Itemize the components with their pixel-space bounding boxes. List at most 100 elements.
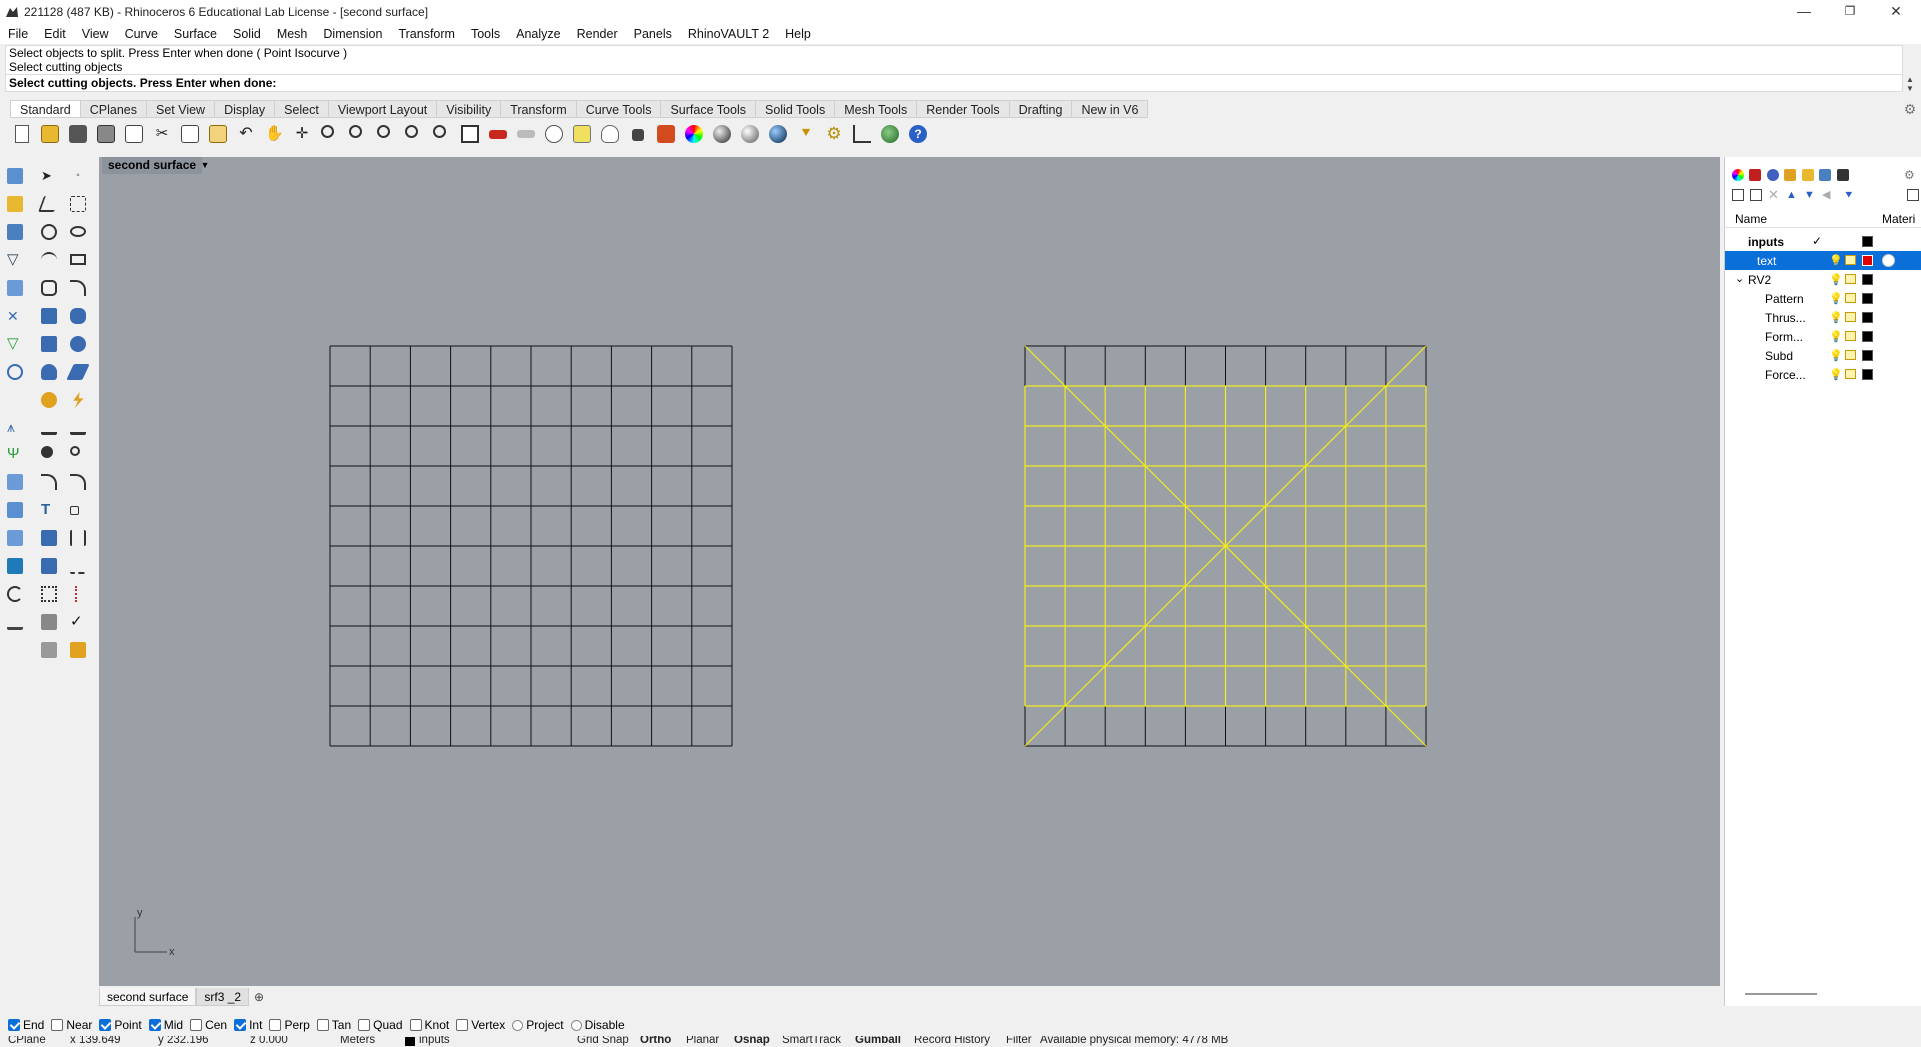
tab-surface-tools[interactable]: Surface Tools [661,100,756,118]
rectangle-icon[interactable] [67,249,89,271]
lock-icon[interactable] [1845,369,1856,379]
rotate-view-icon[interactable]: ✛ [288,121,316,147]
funnel-icon[interactable]: ▽ [4,249,26,271]
osnap-knot-checkbox[interactable] [409,1019,422,1031]
tab-set-view[interactable]: Set View [146,100,216,118]
osnap-project-radio[interactable] [512,1019,524,1031]
materials-panel-icon[interactable] [1747,167,1763,183]
dimension-icon[interactable] [848,121,876,147]
circle-icon[interactable] [38,221,60,243]
status-osnap[interactable]: Osnap [734,1036,770,1046]
maximize-button[interactable]: ❐ [1827,0,1873,24]
layer-filter-icon[interactable]: ⯆ [1842,187,1858,203]
lock-icon[interactable] [1845,255,1856,265]
osnap-int[interactable]: Int [234,1018,262,1032]
osnap-cen-checkbox[interactable] [190,1019,203,1031]
print-icon[interactable] [92,121,120,147]
menu-analyze[interactable]: Analyze [508,24,568,44]
explode-icon[interactable] [67,443,89,465]
open-file-icon[interactable] [36,121,64,147]
add-viewport-tab-icon[interactable]: ⊕ [249,988,269,1006]
osnap-knot[interactable]: Knot [409,1018,449,1032]
lights-panel-icon[interactable] [1782,167,1798,183]
box-icon[interactable] [38,333,60,355]
osnap-perp-checkbox[interactable] [269,1019,282,1031]
blue-sphere-icon[interactable] [764,121,792,147]
status-gumball[interactable]: Gumball [855,1036,901,1046]
osnap-project[interactable]: Project [512,1018,564,1032]
car-render-icon[interactable] [484,121,512,147]
ellipse-icon[interactable] [67,221,89,243]
osnap-perp[interactable]: Perp [269,1018,310,1032]
light-bulb-icon[interactable]: 💡 [1829,368,1843,381]
lock-icon[interactable] [1845,331,1856,341]
tab-cplanes[interactable]: CPlanes [80,100,147,118]
light-bulb-icon[interactable]: 💡 [1829,254,1843,267]
polyline-icon[interactable] [38,193,60,215]
paste-icon[interactable] [204,121,232,147]
snap-circle-icon[interactable] [540,121,568,147]
viewport-menu-arrow-icon[interactable]: ▼ [198,157,212,174]
plane-icon[interactable] [512,121,540,147]
rotate-icon[interactable] [4,583,26,605]
light-bulb-icon[interactable]: 💡 [1829,330,1843,343]
mirror-icon[interactable] [67,527,89,549]
move-layer-left-icon[interactable]: ◀ [1820,187,1836,203]
command-prompt[interactable]: Select cutting objects. Press Enter when… [5,74,1903,92]
curve-cv-icon[interactable] [67,193,89,215]
arc-icon[interactable] [38,249,60,271]
transform-tool-icon[interactable] [4,527,26,549]
solid-edit-icon[interactable] [38,555,60,577]
tab-drafting[interactable]: Drafting [1009,100,1073,118]
menu-view[interactable]: View [74,24,117,44]
menu-surface[interactable]: Surface [166,24,225,44]
osnap-end-checkbox[interactable] [8,1019,20,1031]
menu-render[interactable]: Render [569,24,626,44]
intersect-icon[interactable]: ✕ [4,305,26,327]
status-record-history[interactable]: Record History [914,1036,990,1046]
status-grid-snap[interactable]: Grid Snap [577,1036,629,1046]
tab-render-tools[interactable]: Render Tools [917,100,1010,118]
lock-icon[interactable] [1845,293,1856,303]
command-scroll-down-icon[interactable]: ▼ [1903,83,1917,95]
zoom-icon[interactable] [316,121,344,147]
text-icon[interactable]: T [38,499,60,521]
perspective-viewport[interactable]: y x [99,157,1720,986]
plane-tool-icon[interactable]: ⩚ [4,416,26,438]
status-cplane[interactable]: CPlane [8,1036,46,1046]
options-gear-icon[interactable]: ⚙ [820,121,848,147]
rebuild-icon[interactable] [4,499,26,521]
layer-row-inputs[interactable]: inputs ✓ [1725,232,1921,251]
light-bulb-icon[interactable]: 💡 [1829,349,1843,362]
layer-color-swatch[interactable] [1862,293,1873,304]
boolean-union-icon[interactable] [67,333,89,355]
osnap-disable-radio[interactable] [570,1019,582,1031]
osnap-near-checkbox[interactable] [51,1019,64,1031]
menu-help[interactable]: Help [777,24,819,44]
osnap-vertex[interactable]: Vertex [456,1018,505,1032]
import-icon[interactable] [120,121,148,147]
four-viewports-icon[interactable] [456,121,484,147]
edit-curve-icon[interactable] [4,471,26,493]
osnap-quad[interactable]: Quad [358,1018,403,1032]
analyze-icon[interactable] [38,611,60,633]
lock-icon[interactable] [624,121,652,147]
zoom-extents-icon[interactable] [372,121,400,147]
osnap-tan[interactable]: Tan [316,1018,351,1032]
menu-mesh[interactable]: Mesh [269,24,316,44]
menu-panels[interactable]: Panels [626,24,680,44]
layer-color-swatch[interactable] [1862,350,1873,361]
status-ortho[interactable]: Ortho [640,1036,671,1046]
check-icon[interactable]: ✓ [67,611,89,633]
rendered-sphere-icon[interactable] [736,121,764,147]
tab-transform[interactable]: Transform [501,100,577,118]
freeform-curve-icon[interactable] [67,277,89,299]
move-layer-down-icon[interactable]: ▼ [1802,187,1818,203]
osnap-point[interactable]: Point [99,1018,142,1032]
tab-viewport-layout[interactable]: Viewport Layout [328,100,438,118]
menu-solid[interactable]: Solid [225,24,269,44]
array-linear-icon[interactable] [67,583,89,605]
status-planar[interactable]: Planar [686,1036,719,1046]
status-current-layer[interactable]: inputs [419,1036,450,1046]
layers-folder-icon[interactable] [1800,167,1816,183]
